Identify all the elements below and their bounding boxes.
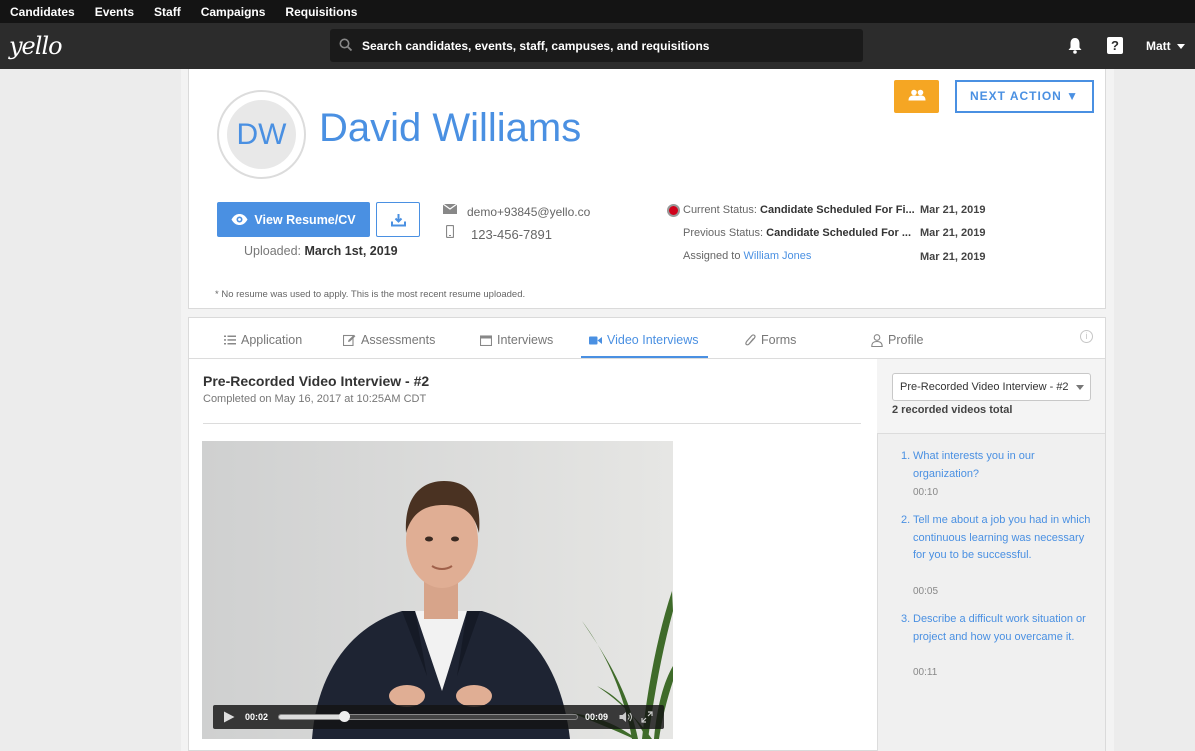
question-number: 1. — [901, 450, 911, 462]
tab-forms-label: Forms — [761, 333, 797, 347]
candidate-phone[interactable]: 123-456-7891 — [471, 227, 552, 242]
tab-assessments[interactable]: Assessments — [343, 322, 435, 358]
tab-profile-label: Profile — [888, 333, 924, 347]
top-nav: Candidates Events Staff Campaigns Requis… — [0, 0, 1195, 23]
nav-campaigns[interactable]: Campaigns — [201, 5, 266, 19]
seek-progress — [279, 715, 345, 719]
nav-requisitions[interactable]: Requisitions — [285, 5, 357, 19]
assigned-user-link[interactable]: William Jones — [744, 250, 812, 262]
current-status-value: Candidate Scheduled For Fi... — [760, 204, 915, 216]
info-icon[interactable]: i — [1080, 330, 1093, 343]
assigned-to: Assigned to William Jones — [683, 250, 811, 262]
chevron-down-icon[interactable] — [1177, 44, 1185, 49]
question-number: 3. — [901, 613, 911, 625]
avatar-initials: DW — [227, 100, 296, 169]
interview-select[interactable]: Pre-Recorded Video Interview - #2 — [892, 373, 1091, 401]
app-header: yello ? Matt — [0, 23, 1195, 69]
view-resume-label: View Resume/CV — [254, 212, 356, 227]
email-icon — [443, 204, 457, 214]
tab-profile[interactable]: Profile — [871, 322, 923, 358]
uploaded-label: Uploaded: — [244, 244, 301, 258]
question-time: 00:10 — [913, 487, 939, 498]
person-icon — [871, 333, 883, 347]
users-icon — [908, 89, 925, 101]
previous-status-value: Candidate Scheduled For ... — [766, 227, 912, 239]
recorded-count: 2 recorded videos total — [892, 404, 1013, 416]
bell-icon[interactable] — [1067, 37, 1083, 54]
current-time: 00:02 — [245, 712, 269, 722]
next-action-button[interactable]: NEXT ACTION ▼ — [955, 80, 1094, 113]
nav-staff[interactable]: Staff — [154, 5, 181, 19]
search-input[interactable] — [362, 29, 852, 62]
interview-completed: Completed on May 16, 2017 at 10:25AM CDT — [203, 393, 427, 405]
user-menu[interactable]: Matt — [1146, 39, 1171, 53]
paperclip-icon — [745, 333, 756, 345]
fullscreen-icon[interactable] — [641, 711, 653, 723]
list-icon — [224, 335, 236, 345]
question-link[interactable]: Describe a difficult work situation or p… — [913, 611, 1093, 646]
question-time: 00:11 — [913, 667, 938, 678]
view-resume-button[interactable]: View Resume/CV — [217, 202, 370, 237]
current-status-label: Current Status: — [683, 204, 757, 216]
global-search[interactable] — [330, 29, 863, 62]
tab-interviews[interactable]: Interviews — [480, 322, 553, 358]
nav-candidates[interactable]: Candidates — [10, 5, 75, 19]
yello-logo[interactable]: yello — [9, 32, 63, 60]
help-icon[interactable]: ? — [1107, 37, 1123, 54]
current-status-date: Mar 21, 2019 — [920, 204, 986, 216]
tab-assessments-label: Assessments — [361, 333, 436, 347]
candidate-name: David Williams — [319, 106, 582, 150]
video-frame — [202, 441, 673, 739]
status-indicator — [667, 204, 680, 217]
team-button[interactable] — [894, 80, 939, 113]
previous-status-date: Mar 21, 2019 — [920, 227, 986, 239]
nav-events[interactable]: Events — [95, 5, 134, 19]
seek-bar[interactable] — [278, 714, 578, 720]
chevron-down-icon[interactable] — [1076, 385, 1084, 390]
search-icon — [339, 38, 353, 52]
candidate-email[interactable]: demo+93845@yello.co — [467, 205, 590, 219]
avatar: DW — [217, 90, 306, 179]
video-player[interactable] — [202, 441, 673, 739]
tab-application-label: Application — [241, 333, 303, 347]
video-camera-icon — [589, 336, 602, 344]
tab-application[interactable]: Application — [224, 322, 302, 358]
previous-status: Previous Status: Candidate Scheduled For… — [683, 227, 911, 239]
tab-video-interviews-label: Video Interviews — [607, 333, 699, 347]
tab-video-interviews[interactable]: Video Interviews — [589, 322, 699, 358]
play-icon[interactable] — [223, 711, 235, 723]
interview-title: Pre-Recorded Video Interview - #2 — [203, 373, 430, 389]
assigned-label: Assigned to — [683, 250, 741, 262]
previous-status-label: Previous Status: — [683, 227, 764, 239]
seek-handle[interactable] — [339, 711, 350, 722]
svg-text:?: ? — [1111, 38, 1119, 53]
download-icon — [390, 213, 406, 226]
question-link[interactable]: Tell me about a job you had in which con… — [913, 512, 1093, 565]
uploaded-date: March 1st, 2019 — [304, 244, 398, 258]
current-status: Current Status: Candidate Scheduled For … — [683, 204, 915, 216]
phone-icon — [446, 225, 454, 238]
tab-interviews-label: Interviews — [497, 333, 554, 347]
tab-forms[interactable]: Forms — [745, 322, 796, 358]
assigned-date: Mar 21, 2019 — [920, 251, 986, 263]
volume-icon[interactable] — [619, 711, 633, 723]
resume-note: * No resume was used to apply. This is t… — [215, 289, 526, 300]
calendar-icon — [480, 334, 492, 346]
resume-uploaded: Uploaded: March 1st, 2019 — [244, 244, 398, 258]
section-divider — [203, 423, 861, 424]
question-time: 00:05 — [913, 586, 939, 597]
duration: 00:09 — [585, 712, 609, 722]
edit-icon — [343, 334, 356, 346]
question-link[interactable]: What interests you in our organization? — [913, 448, 1093, 483]
question-number: 2. — [901, 514, 911, 526]
eye-icon — [231, 214, 248, 225]
download-resume-button[interactable] — [376, 202, 420, 237]
